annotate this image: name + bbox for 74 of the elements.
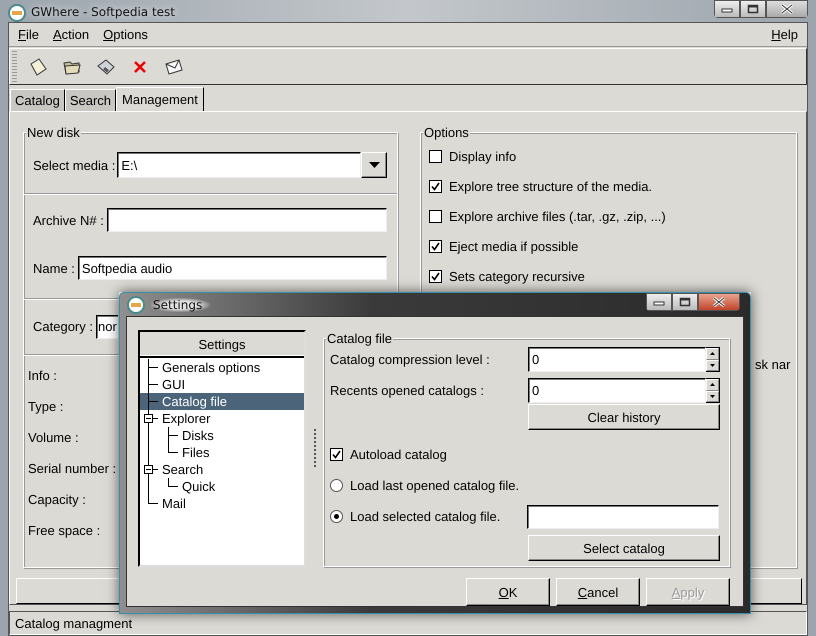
- field-label: Select media :: [32, 158, 116, 172]
- tab[interactable]: Search: [64, 89, 116, 111]
- tree-item[interactable]: Explorer: [140, 410, 304, 427]
- option-label: sk nar: [755, 357, 790, 372]
- tree-header: Settings: [198, 336, 246, 352]
- field-label: Catalog compression level :: [330, 352, 491, 367]
- info-label: Capacity :: [28, 492, 86, 507]
- option-label: Load last opened catalog file.: [350, 478, 520, 493]
- option-label: Explore tree structure of the media.: [449, 178, 652, 194]
- status-text: Catalog managment: [15, 616, 132, 630]
- media-field[interactable]: E:\: [117, 152, 361, 178]
- splitter-handle[interactable]: [314, 428, 316, 468]
- checked-checkbox[interactable]: [429, 180, 442, 192]
- field-label: Archive N# :: [32, 212, 104, 228]
- tree-item[interactable]: Files: [140, 444, 304, 461]
- radio-button[interactable]: [330, 479, 343, 492]
- checked-checkbox[interactable]: [429, 240, 442, 252]
- info-label: Volume :: [28, 430, 79, 445]
- group-title: Catalog file: [326, 331, 394, 346]
- info-label: Free space :: [28, 523, 100, 538]
- collapse-icon[interactable]: [144, 465, 153, 474]
- menu-item[interactable]: Help: [771, 27, 798, 42]
- category-field[interactable]: nor: [96, 314, 118, 338]
- unchecked-checkbox[interactable]: [429, 150, 442, 162]
- group-title: New disk: [26, 125, 81, 140]
- tree-item[interactable]: Search: [140, 461, 304, 478]
- tab[interactable]: Catalog: [10, 89, 65, 111]
- clear-history-button[interactable]: Clear history: [528, 404, 720, 430]
- option-label: Eject media if possible: [449, 238, 578, 254]
- tab[interactable]: Management: [116, 87, 204, 111]
- collapse-icon[interactable]: [144, 414, 153, 423]
- tree-item[interactable]: Generals options: [140, 359, 304, 376]
- app-logo-icon: [127, 296, 145, 314]
- dialog-button: Apply: [646, 578, 730, 606]
- field-label: Recents opened catalogs :: [330, 383, 485, 398]
- dialog-button[interactable]: OK: [466, 578, 550, 606]
- field-label: Name :: [32, 260, 75, 276]
- info-label: Info :: [28, 368, 57, 383]
- checked-checkbox[interactable]: [429, 270, 442, 282]
- field-label: Category :: [32, 319, 93, 334]
- option-label: Autoload catalog: [350, 447, 447, 462]
- tree-item[interactable]: Catalog file: [140, 393, 304, 410]
- minimize-icon[interactable]: [714, 0, 740, 18]
- name-field[interactable]: Softpedia audio: [78, 256, 387, 280]
- close-icon[interactable]: [766, 0, 808, 18]
- window-controls[interactable]: [714, 0, 808, 18]
- maximize-icon[interactable]: [672, 293, 698, 311]
- selected-radio-button[interactable]: [330, 510, 343, 523]
- app-logo-icon: [8, 4, 26, 22]
- info-label: Type :: [28, 399, 64, 414]
- dialog-title: Settings: [151, 298, 210, 312]
- option-label: Explore archive files (.tar, .gz, .zip, ...): [449, 208, 666, 224]
- group-title: Options: [423, 125, 470, 140]
- info-label: Serial number :: [28, 461, 116, 476]
- select-catalog-button[interactable]: Select catalog: [528, 535, 720, 561]
- option-label: Display info: [449, 148, 516, 164]
- tree-item[interactable]: Quick: [140, 478, 304, 495]
- window-controls[interactable]: [646, 293, 740, 311]
- catalog-file-field[interactable]: [527, 504, 719, 528]
- tree-item[interactable]: Mail: [140, 495, 304, 512]
- menu-item[interactable]: Options: [103, 27, 148, 42]
- unchecked-checkbox[interactable]: [429, 210, 442, 222]
- tree-item[interactable]: Disks: [140, 427, 304, 444]
- dialog-button[interactable]: Cancel: [556, 578, 640, 606]
- checked-checkbox[interactable]: [330, 448, 343, 461]
- menu-item[interactable]: Action: [52, 27, 90, 42]
- close-icon[interactable]: [698, 293, 740, 311]
- archive-field[interactable]: [106, 208, 387, 232]
- window-title: GWhere - Softpedia test: [31, 5, 176, 19]
- option-label: Sets category recursive: [449, 268, 585, 284]
- option-label: Load selected catalog file.: [350, 509, 502, 524]
- maximize-icon[interactable]: [740, 0, 766, 18]
- minimize-icon[interactable]: [646, 293, 672, 311]
- menu-item[interactable]: File: [18, 27, 39, 42]
